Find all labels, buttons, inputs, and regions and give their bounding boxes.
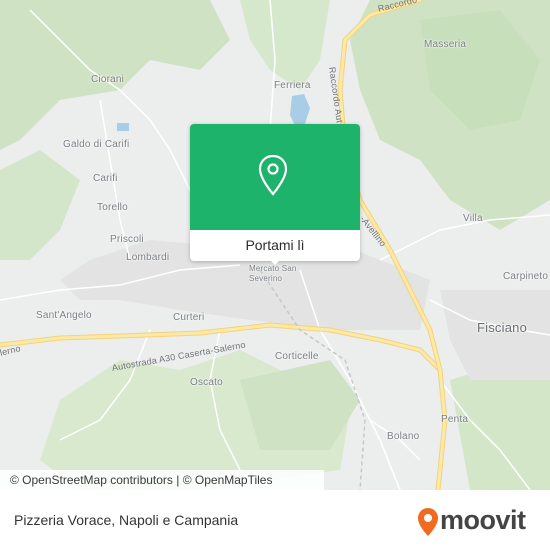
place-label: Fisciano (477, 320, 528, 335)
place-title: Pizzeria Vorace, Napoli e Campania (14, 512, 239, 528)
place-label: Carpineto (503, 271, 549, 282)
moovit-logo[interactable]: moovit (416, 504, 536, 536)
moovit-pin-icon (418, 508, 438, 536)
omt-attribution-link[interactable]: © OpenMapTiles (183, 473, 273, 487)
moovit-wordmark: moovit (440, 505, 526, 535)
place-label: Lombardi (126, 252, 170, 263)
place-label: Bolano (387, 431, 420, 442)
map-view[interactable]: Ciorani Galdo di Carifi Carifi Torello P… (0, 0, 550, 490)
popup-tail (268, 258, 282, 265)
place-label: Ferriera (274, 80, 311, 91)
popup-header (190, 124, 360, 230)
place-label: Corticelle (275, 351, 319, 362)
osm-attribution-link[interactable]: © OpenStreetMap contributors (10, 473, 173, 487)
location-pin-icon (258, 154, 288, 196)
place-label: Curteri (173, 312, 205, 323)
directions-popup[interactable]: Portami lì (190, 124, 360, 265)
place-label: Penta (441, 414, 469, 425)
place-label: Torello (97, 202, 128, 213)
take-me-there-button[interactable]: Portami lì (190, 230, 360, 261)
place-label: Villa (463, 213, 483, 224)
map-attribution: © OpenStreetMap contributors | © OpenMap… (0, 470, 324, 490)
place-label: Ciorani (91, 74, 125, 85)
place-label: Galdo di Carifi (63, 139, 130, 150)
place-label: Masseria (424, 39, 467, 50)
footer: Pizzeria Vorace, Napoli e Campania moovi… (0, 490, 550, 550)
place-label: Sant'Angelo (36, 310, 92, 321)
place-label: Priscoli (110, 234, 144, 245)
place-label: Oscato (190, 377, 223, 388)
place-label: Mercato San Severino (249, 264, 297, 283)
attribution-separator: | (172, 473, 183, 487)
place-label: Carifi (93, 173, 118, 184)
